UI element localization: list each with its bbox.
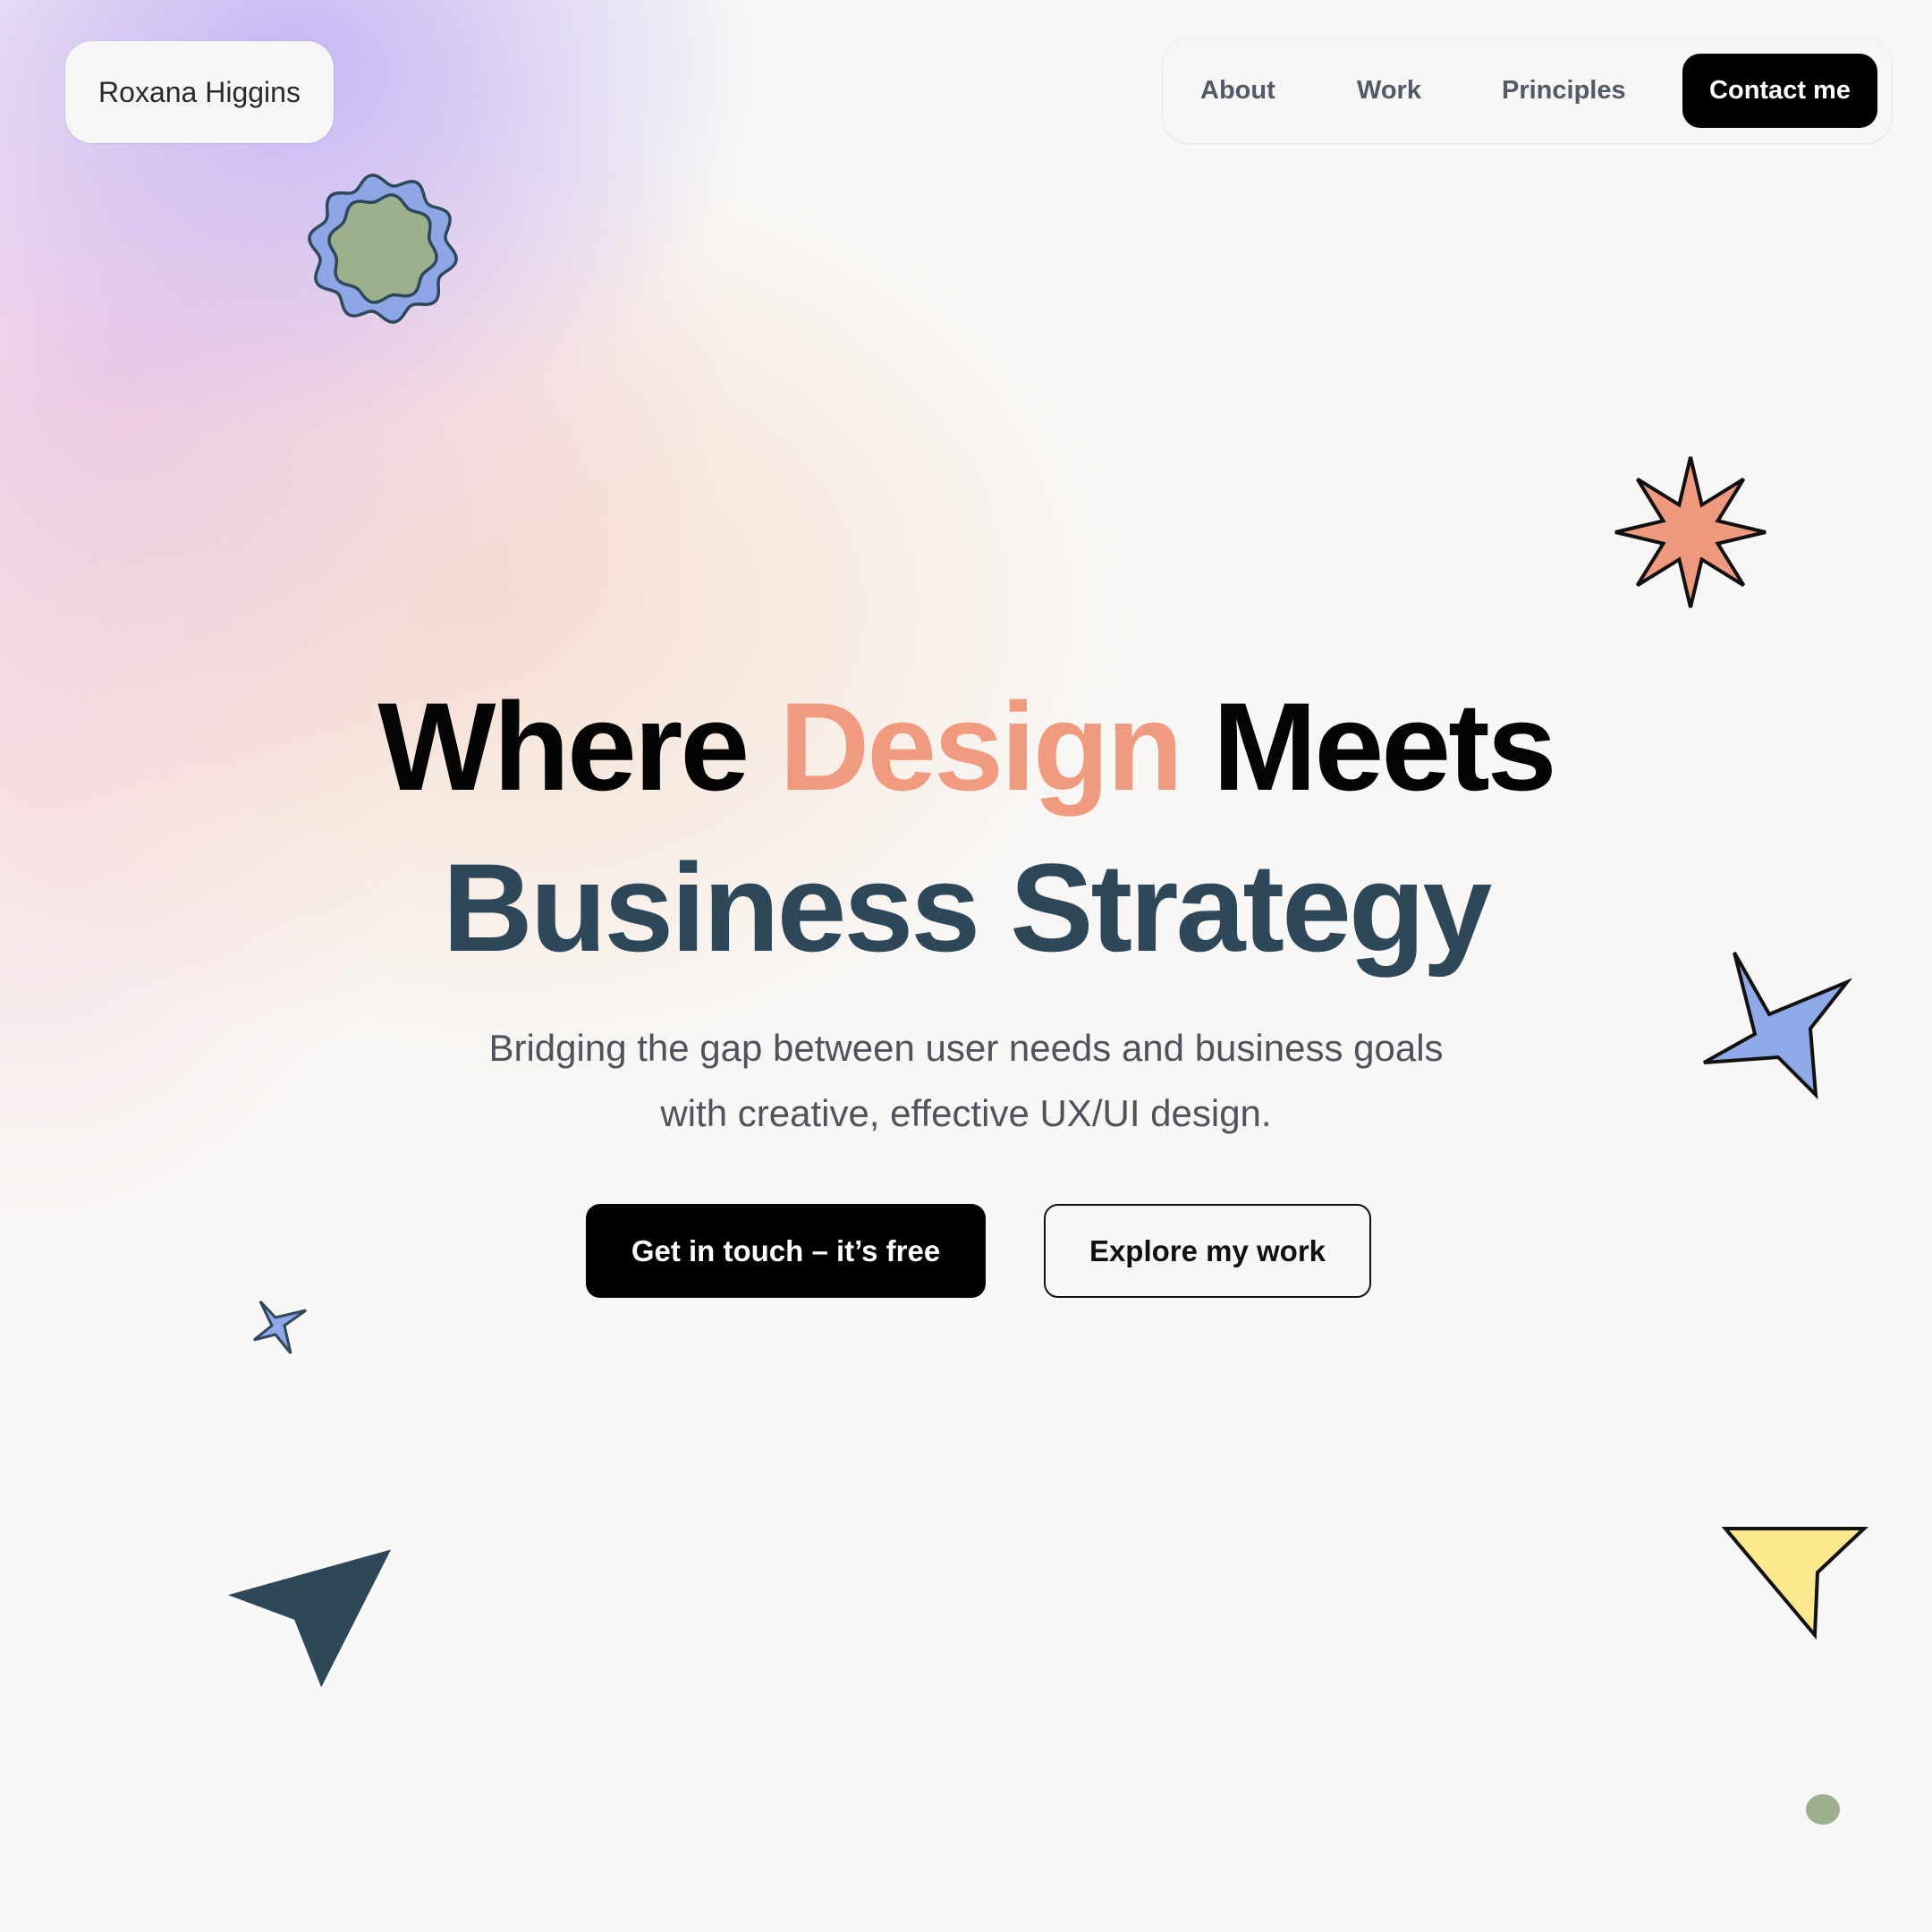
- hero-heading: Where Design Meets: [0, 666, 1932, 827]
- small-star-icon: [253, 1300, 307, 1354]
- nav-link-principles[interactable]: Principles: [1502, 38, 1626, 143]
- logo-text: Roxana Higgins: [98, 75, 301, 108]
- hero-subtitle-line1: Bridging the gap between user needs and …: [488, 1027, 1444, 1069]
- wavy-flower-icon: [308, 174, 458, 324]
- contact-me-button[interactable]: Contact me: [1682, 54, 1877, 128]
- explore-work-button[interactable]: Explore my work: [1044, 1204, 1371, 1298]
- nav-link-work[interactable]: Work: [1357, 38, 1421, 143]
- eight-point-star-icon: [1614, 456, 1767, 608]
- get-in-touch-button[interactable]: Get in touch – it’s free: [586, 1204, 986, 1298]
- dot-icon: [1806, 1794, 1840, 1825]
- hero-subtitle-line2: with creative, effective UX/UI design.: [660, 1092, 1272, 1134]
- nav-link-about[interactable]: About: [1200, 38, 1275, 143]
- cursor-triangle-icon: [1721, 1527, 1869, 1640]
- hero-subtitle: Bridging the gap between user needs and …: [0, 1015, 1932, 1146]
- hero-heading-accent: Design: [779, 676, 1183, 817]
- hero-heading-line2: Business Strategy: [442, 837, 1493, 978]
- top-nav: About Work Principles Contact me: [1163, 38, 1892, 143]
- hero-heading-part2: Meets: [1180, 676, 1557, 817]
- site-logo[interactable]: Roxana Higgins: [65, 41, 334, 143]
- hero-heading-part1: Where: [377, 676, 780, 817]
- paper-plane-arrow-icon: [219, 1545, 396, 1694]
